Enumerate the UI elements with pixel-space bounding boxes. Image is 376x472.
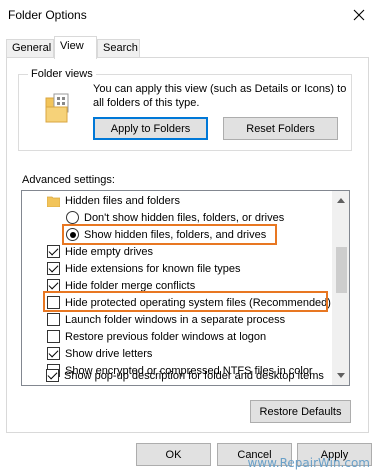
reset-folders-button[interactable]: Reset Folders xyxy=(223,117,338,140)
folder-views-icon xyxy=(44,93,70,123)
title-bar: Folder Options xyxy=(0,0,376,32)
list-item-label: Hide extensions for known file types xyxy=(65,262,241,275)
watermark-text: www.RepairWin.com xyxy=(247,456,370,470)
list-item-label: Hide empty drives xyxy=(65,245,154,258)
tab-view[interactable]: View xyxy=(54,36,97,59)
checkbox-hide-merge-conflicts[interactable]: Hide folder merge conflicts xyxy=(47,277,349,294)
checkbox-restore-previous-windows[interactable]: Restore previous folder windows at logon xyxy=(47,328,349,345)
restore-defaults-button[interactable]: Restore Defaults xyxy=(250,400,351,423)
checkbox-hide-empty-drives[interactable]: Hide empty drives xyxy=(47,243,349,260)
advanced-settings-list[interactable]: Hidden files and folders Don't show hidd… xyxy=(21,190,350,386)
window-title: Folder Options xyxy=(8,8,87,22)
ok-button[interactable]: OK xyxy=(136,443,211,466)
checkbox[interactable] xyxy=(47,313,60,326)
scroll-thumb[interactable] xyxy=(336,247,347,293)
folder-views-description: You can apply this view (such as Details… xyxy=(93,83,347,109)
tab-search[interactable]: Search xyxy=(97,39,140,58)
advanced-settings-label: Advanced settings: xyxy=(22,174,115,186)
list-item-hidden-files-folder: Hidden files and folders xyxy=(47,192,349,209)
checkbox[interactable] xyxy=(47,279,60,292)
tab-general[interactable]: General xyxy=(6,39,54,58)
folder-icon xyxy=(47,196,60,207)
folder-views-label: Folder views xyxy=(28,68,96,80)
checkbox-show-popup-description[interactable]: Show pop-up description for folder and d… xyxy=(46,367,346,384)
list-item-label: Show drive letters xyxy=(65,347,153,360)
radio-show-hidden[interactable]: Show hidden files, folders, and drives xyxy=(66,226,349,243)
checkbox-hide-protected-os-files[interactable]: Hide protected operating system files (R… xyxy=(47,294,349,311)
checkbox[interactable] xyxy=(47,347,60,360)
list-item-label: Hide folder merge conflicts xyxy=(65,279,196,292)
close-icon xyxy=(353,9,365,21)
list-item-label: Show hidden files, folders, and drives xyxy=(84,228,267,241)
checkbox-show-drive-letters[interactable]: Show drive letters xyxy=(47,345,349,362)
checkbox-launch-separate-process[interactable]: Launch folder windows in a separate proc… xyxy=(47,311,349,328)
list-item-label: Hide protected operating system files (R… xyxy=(65,296,331,309)
list-item-label: Don't show hidden files, folders, or dri… xyxy=(84,211,285,224)
radio-dont-show-hidden[interactable]: Don't show hidden files, folders, or dri… xyxy=(66,209,349,226)
list-item-label: Launch folder windows in a separate proc… xyxy=(65,313,286,326)
close-button[interactable] xyxy=(348,4,370,26)
scrollbar[interactable] xyxy=(332,191,349,385)
list-item-label: Show pop-up description for folder and d… xyxy=(64,369,324,382)
scroll-up-icon[interactable] xyxy=(337,198,345,203)
checkbox[interactable] xyxy=(47,245,60,258)
checkbox[interactable] xyxy=(47,262,60,275)
checkbox[interactable] xyxy=(47,296,60,309)
checkbox[interactable] xyxy=(46,369,59,382)
checkbox-hide-extensions[interactable]: Hide extensions for known file types xyxy=(47,260,349,277)
list-item-label: Restore previous folder windows at logon xyxy=(65,330,267,343)
apply-to-folders-button[interactable]: Apply to Folders xyxy=(93,117,208,140)
radio-button[interactable] xyxy=(66,228,79,241)
radio-button[interactable] xyxy=(66,211,79,224)
tab-strip: General View Search xyxy=(0,36,376,59)
checkbox[interactable] xyxy=(47,330,60,343)
list-item-label: Hidden files and folders xyxy=(65,194,180,207)
